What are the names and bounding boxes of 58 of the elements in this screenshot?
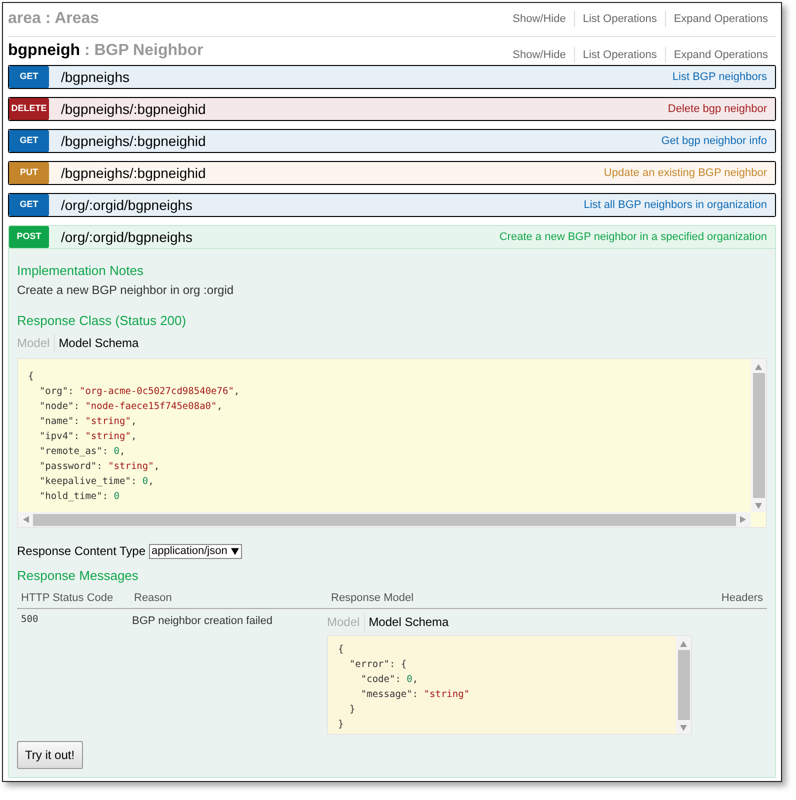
method-badge: POST — [9, 226, 49, 248]
operation-path: /bgpneighs — [61, 68, 131, 87]
operation-row[interactable]: PUT /bgpneighs/:bgpneighid Update an existing BGP neighbor — [9, 162, 775, 184]
horizontal-scrollbar[interactable] — [18, 512, 751, 527]
header-link[interactable]: Expand Operations — [664, 46, 776, 63]
column-header: Reason — [133, 590, 173, 606]
operation-summary: List BGP neighbors — [672, 70, 768, 85]
method-badge: PUT — [9, 162, 49, 184]
operation-row[interactable]: POST /org/:orgid/bgpneighs Create a new BGP neighbor in a specified organization — [9, 226, 775, 248]
section-heading: Response Class (Status 200) — [17, 312, 188, 330]
operation-row[interactable]: GET /bgpneighs/:bgpneighid Get bgp neighbor info — [9, 130, 775, 152]
operation-summary: Create a new BGP neighbor in a specified organization — [499, 230, 768, 245]
operation-summary: List all BGP neighbors in organization — [584, 198, 768, 213]
operation-row[interactable]: GET /bgpneighs List BGP neighbors — [9, 66, 775, 88]
section-heading: Response Messages — [17, 567, 140, 585]
operation-path: /bgpneighs/:bgpneighid — [61, 132, 207, 151]
model-tab[interactable]: Model Schema — [54, 334, 139, 352]
resource-title[interactable]: bgpneigh : BGP Neighbor — [8, 39, 204, 63]
section-heading: Implementation Notes — [17, 262, 144, 280]
operation-summary: Update an existing BGP neighbor — [604, 166, 768, 181]
status-code-cell-text: 500 — [20, 613, 40, 627]
content-type-select[interactable]: application/json — [148, 544, 242, 558]
code-text: { "error": { "code": 0, "message": "string" } } — [337, 643, 471, 732]
operation-summary: Get bgp neighbor info — [661, 134, 768, 149]
column-header: Headers — [720, 590, 764, 606]
method-badge: DELETE — [9, 98, 49, 120]
scroll-left-icon[interactable] — [22, 516, 29, 523]
code-text: { "org": "org-acme-0c5027cd98540e76", "node": "node-faece15f745e08a0", "name": "string", "ipv4": "string", "remote_as": 0, "password": "string", "keepalive_time": 0, "hold_time": 0 — [27, 370, 241, 504]
header-link[interactable]: Show/Hide — [504, 10, 574, 28]
operation-path: /org/:orgid/bgpneighs — [61, 228, 194, 247]
operation-row[interactable]: DELETE /bgpneighs/:bgpneighid Delete bgp neighbor — [9, 98, 775, 120]
column-header: Response Model — [330, 590, 415, 606]
operation-summary: Delete bgp neighbor — [668, 102, 768, 117]
scroll-up-icon[interactable] — [680, 640, 687, 646]
column-header: HTTP Status Code — [20, 590, 114, 606]
method-badge: GET — [9, 194, 49, 216]
operation-path: /org/:orgid/bgpneighs — [61, 196, 194, 215]
content-type-label: Response Content Type — [17, 543, 146, 560]
header-link[interactable]: Expand Operations — [664, 10, 776, 28]
model-tab[interactable]: Model Schema — [364, 613, 449, 631]
scroll-down-icon[interactable] — [755, 502, 762, 508]
try-it-out-button[interactable]: Try it out! — [17, 741, 83, 769]
header-link[interactable]: List Operations — [574, 10, 665, 28]
scroll-down-icon[interactable] — [680, 724, 687, 730]
method-badge: GET — [9, 130, 49, 152]
operation-path: /bgpneighs/:bgpneighid — [61, 164, 207, 183]
dropdown-caret-icon[interactable] — [231, 547, 240, 555]
scroll-up-icon[interactable] — [755, 362, 762, 370]
operation-row[interactable]: GET /org/:orgid/bgpneighs List all BGP neighbors in organization — [9, 194, 775, 216]
header-link[interactable]: List Operations — [574, 46, 665, 63]
method-badge: GET — [9, 66, 49, 88]
scroll-right-icon[interactable] — [740, 516, 747, 523]
notes-text: Create a new BGP neighbor in org :orgid — [17, 282, 235, 298]
vertical-scrollbar[interactable] — [751, 359, 766, 512]
reason-cell-text: BGP neighbor creation failed — [131, 614, 274, 629]
vertical-scrollbar[interactable] — [676, 636, 691, 734]
header-link[interactable]: Show/Hide — [504, 46, 574, 63]
operation-path: /bgpneighs/:bgpneighid — [61, 100, 207, 119]
